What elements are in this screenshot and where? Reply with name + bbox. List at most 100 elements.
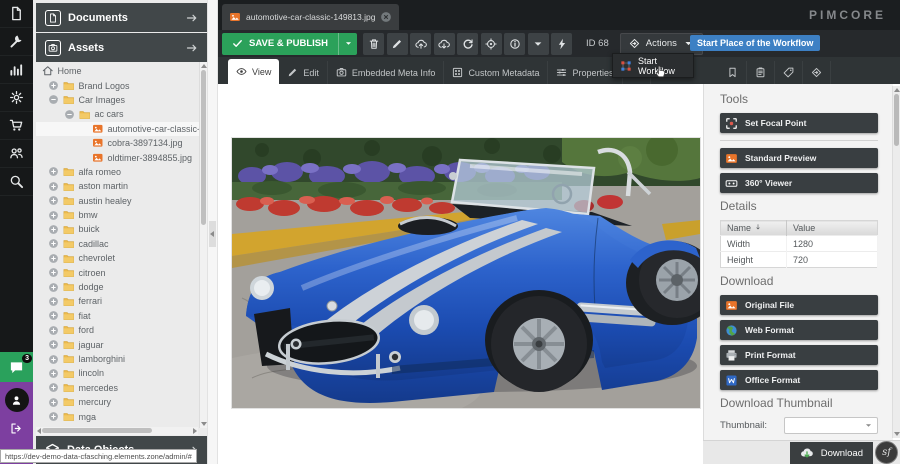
tree-item-dodge[interactable]: dodge <box>36 280 199 294</box>
tab-versions[interactable] <box>719 61 747 84</box>
tab-workflow[interactable] <box>803 61 831 84</box>
tree-item-mercury[interactable]: mercury <box>36 395 199 409</box>
expand-icon[interactable] <box>48 238 59 249</box>
documents-panel-header[interactable]: Documents <box>36 3 207 32</box>
tree-item-buick[interactable]: buick <box>36 222 199 236</box>
upload-button[interactable] <box>410 33 431 55</box>
details-column-name[interactable]: Name <box>721 221 787 236</box>
tree-item-citroen[interactable]: citroen <box>36 265 199 279</box>
symfony-profiler-badge[interactable]: sf <box>875 441 898 464</box>
tree-item-alfa-romeo[interactable]: alfa romeo <box>36 165 199 179</box>
rail-customers-button[interactable] <box>0 140 33 168</box>
expand-icon[interactable] <box>48 210 59 221</box>
tab-embedded-meta-info[interactable]: Embedded Meta Info <box>328 61 445 84</box>
tree-item-mercedes[interactable]: mercedes <box>36 381 199 395</box>
clear-thumbnails-button[interactable] <box>551 33 572 55</box>
original-file-button[interactable]: Original File <box>720 295 878 315</box>
expand-icon[interactable] <box>48 166 59 177</box>
expand-icon[interactable] <box>48 397 59 408</box>
tree-item-morris[interactable]: morris <box>36 424 199 425</box>
tree-item-oldtimer-3894855-jpg[interactable]: oldtimer-3894855.jpg <box>36 150 199 164</box>
more-button[interactable] <box>528 33 549 55</box>
tab-tags[interactable] <box>775 61 803 84</box>
expand-icon[interactable] <box>48 354 59 365</box>
locate-in-tree-button[interactable] <box>481 33 502 55</box>
save-publish-button[interactable]: SAVE & PUBLISH <box>222 33 357 55</box>
tree-vertical-scrollbar[interactable] <box>199 62 207 428</box>
tab-edit[interactable]: Edit <box>279 61 328 84</box>
expand-icon[interactable] <box>48 368 59 379</box>
tree-item-austin-healey[interactable]: austin healey <box>36 194 199 208</box>
rail-tools-button[interactable] <box>0 28 33 56</box>
collapse-icon[interactable] <box>48 94 59 105</box>
reload-button[interactable] <box>457 33 478 55</box>
tree-item-chevrolet[interactable]: chevrolet <box>36 251 199 265</box>
tree-item-ferrari[interactable]: ferrari <box>36 294 199 308</box>
tab-view[interactable]: View <box>228 59 279 84</box>
notifications-button[interactable]: 3 <box>0 352 33 382</box>
delete-button[interactable] <box>363 33 384 55</box>
tree-item-ac-cars[interactable]: ac cars <box>36 107 199 121</box>
360-viewer-button[interactable]: 360° Viewer <box>720 173 878 193</box>
tree-horizontal-scrollbar[interactable] <box>36 427 198 435</box>
expand-icon[interactable] <box>48 325 59 336</box>
rail-settings-button[interactable] <box>0 84 33 112</box>
tree-item-lincoln[interactable]: lincoln <box>36 366 199 380</box>
download-button[interactable]: Download <box>790 442 873 464</box>
set-focal-point-button[interactable]: Set Focal Point <box>720 113 878 133</box>
tree-item-car-images[interactable]: Car Images <box>36 93 199 107</box>
thumbnail-select[interactable] <box>784 417 878 434</box>
expand-icon[interactable] <box>48 282 59 293</box>
rail-ecommerce-button[interactable] <box>0 112 33 140</box>
tree-item-automotive-car-classic-14[interactable]: automotive-car-classic-14 <box>36 122 199 136</box>
details-column-value[interactable]: Value <box>786 221 877 236</box>
tab-custom-metadata[interactable]: Custom Metadata <box>444 61 548 84</box>
expand-icon[interactable] <box>48 267 59 278</box>
expand-arrow-icon[interactable] <box>186 42 198 54</box>
rail-search-button[interactable] <box>0 168 33 196</box>
start-workflow-menu-item[interactable]: Start Workflow <box>612 53 694 78</box>
download-button[interactable] <box>434 33 455 55</box>
tree-item-bmw[interactable]: bmw <box>36 208 199 222</box>
expand-icon[interactable] <box>48 224 59 235</box>
expand-icon[interactable] <box>48 80 59 91</box>
tree-item-cobra-3897134-jpg[interactable]: cobra-3897134.jpg <box>36 136 199 150</box>
collapse-panel-handle[interactable] <box>209 221 216 247</box>
tree-item-fiat[interactable]: fiat <box>36 309 199 323</box>
standard-preview-button[interactable]: Standard Preview <box>720 148 878 168</box>
expand-icon[interactable] <box>48 310 59 321</box>
tree-item-brand-logos[interactable]: Brand Logos <box>36 78 199 92</box>
expand-icon[interactable] <box>48 195 59 206</box>
assets-panel-header[interactable]: Assets <box>36 33 207 62</box>
tree-item-jaguar[interactable]: jaguar <box>36 337 199 351</box>
rename-button[interactable] <box>387 33 408 55</box>
user-profile-button[interactable] <box>5 388 29 412</box>
tree-item-home[interactable]: Home <box>36 64 199 78</box>
rail-files-button[interactable] <box>0 0 33 28</box>
expand-icon[interactable] <box>48 296 59 307</box>
tree-item-aston-martin[interactable]: aston martin <box>36 179 199 193</box>
web-format-button[interactable]: Web Format <box>720 320 878 340</box>
open-file-tab[interactable]: automotive-car-classic-149813.jpg <box>222 4 399 30</box>
save-options-caret[interactable] <box>338 33 357 55</box>
tree-item-cadillac[interactable]: cadillac <box>36 237 199 251</box>
office-format-button[interactable]: Office Format <box>720 370 878 390</box>
collapse-icon[interactable] <box>64 109 75 120</box>
panel-splitter[interactable] <box>207 0 218 464</box>
expand-icon[interactable] <box>48 339 59 350</box>
expand-icon[interactable] <box>48 181 59 192</box>
tree-item-lamborghini[interactable]: lamborghini <box>36 352 199 366</box>
tree-item-ford[interactable]: ford <box>36 323 199 337</box>
expand-arrow-icon[interactable] <box>186 12 198 24</box>
expand-icon[interactable] <box>48 411 59 422</box>
tab-schedule[interactable] <box>747 61 775 84</box>
info-button[interactable] <box>504 33 525 55</box>
logout-button[interactable] <box>0 416 33 440</box>
rail-reports-button[interactable] <box>0 56 33 84</box>
print-format-button[interactable]: Print Format <box>720 345 878 365</box>
expand-icon[interactable] <box>48 253 59 264</box>
close-tab-icon[interactable] <box>380 11 392 23</box>
expand-icon[interactable] <box>48 382 59 393</box>
info-panel-scrollbar[interactable] <box>892 86 900 438</box>
tree-item-mga[interactable]: mga <box>36 409 199 423</box>
